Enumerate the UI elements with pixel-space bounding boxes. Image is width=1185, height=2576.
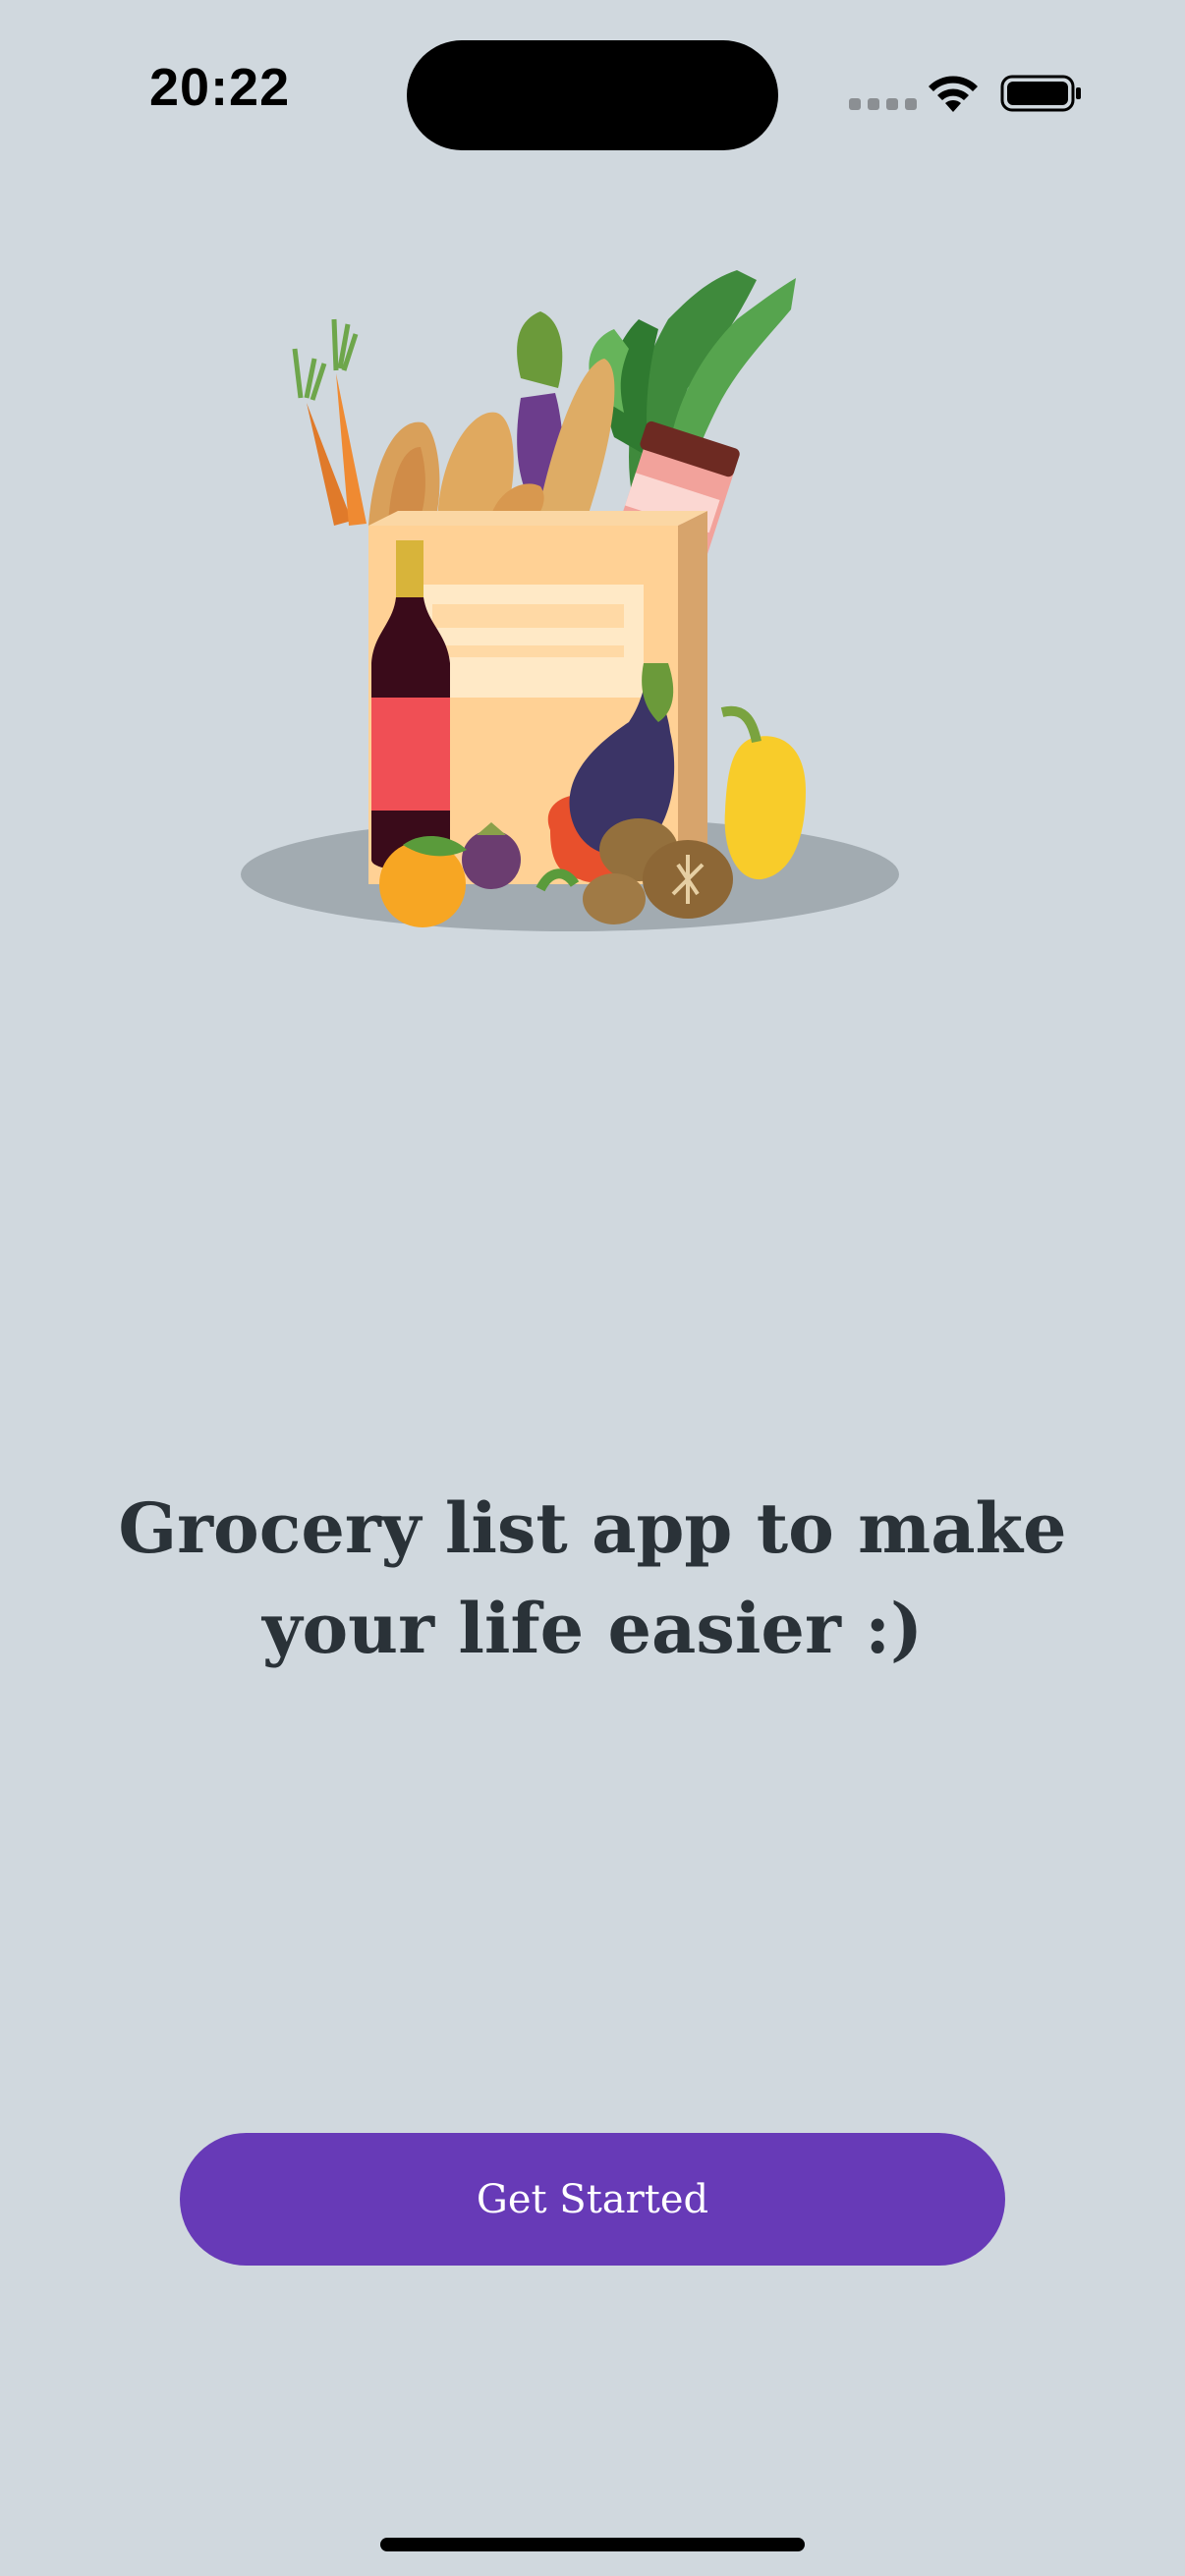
battery-icon <box>1000 75 1081 112</box>
wifi-icon <box>929 76 978 112</box>
dynamic-island <box>407 40 778 150</box>
onboarding-screen: 20:22 Grocery list app to make your life… <box>0 0 1185 2576</box>
get-started-button[interactable]: Get Started <box>180 2133 1005 2266</box>
cellular-signal-icon <box>849 98 917 110</box>
status-time: 20:22 <box>149 58 291 117</box>
onboarding-headline: Grocery list app to make your life easie… <box>118 1487 1067 1669</box>
grocery-bag-illustration <box>241 270 899 931</box>
home-indicator[interactable] <box>380 2538 805 2551</box>
